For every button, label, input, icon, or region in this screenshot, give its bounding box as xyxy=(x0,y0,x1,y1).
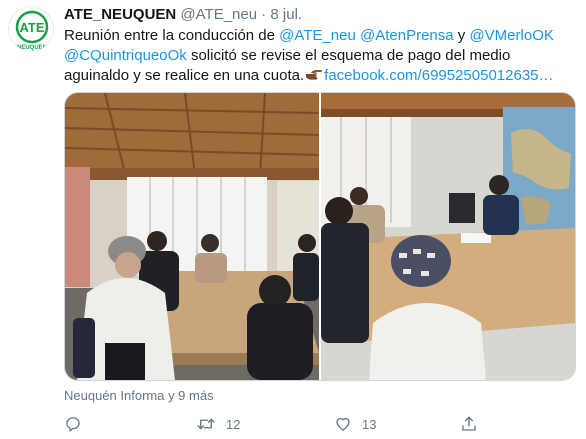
retweet-button[interactable]: 12 xyxy=(196,412,240,436)
retweet-count: 12 xyxy=(226,416,241,432)
tweet-date[interactable]: 8 jul. xyxy=(270,6,302,23)
meeting-photo-2 xyxy=(321,93,575,380)
reply-icon xyxy=(66,417,80,432)
reply-button[interactable] xyxy=(64,412,92,436)
like-count: 13 xyxy=(362,416,377,432)
media-grid xyxy=(64,92,576,381)
author-handle[interactable]: @ATE_neu xyxy=(180,6,257,23)
share-icon xyxy=(462,416,476,431)
svg-text:ATE: ATE xyxy=(19,20,44,35)
photo-right[interactable] xyxy=(321,93,575,380)
tweet-actions: 12 13 xyxy=(64,412,576,436)
tagged-users[interactable]: Neuquén Informa y 9 más xyxy=(64,388,214,404)
text-part: Reunión entre la conducción de xyxy=(64,27,280,44)
mention-atenprensa[interactable]: @AtenPrensa xyxy=(360,27,454,44)
like-button[interactable]: 13 xyxy=(334,412,376,436)
tweet-card[interactable]: ATE NEUQUEN ATE_NEUQUEN @ATE_neu · 8 jul… xyxy=(0,0,586,439)
mention-ate-neu[interactable]: @ATE_neu xyxy=(279,27,356,44)
meeting-photo-1 xyxy=(65,93,319,380)
retweet-icon xyxy=(197,418,215,430)
tweet-text: Reunión entre la conducción de @ATE_neu … xyxy=(64,26,564,86)
text-part: y xyxy=(453,27,470,44)
mention-vmerlook[interactable]: @VMerloOK xyxy=(469,27,553,44)
mention-cquintriqueook[interactable]: @CQuintriqueoOk xyxy=(64,47,187,64)
avatar[interactable]: ATE NEUQUEN xyxy=(8,6,54,52)
ate-logo-icon: ATE NEUQUEN xyxy=(10,8,53,51)
share-button[interactable] xyxy=(460,412,478,436)
svg-text:NEUQUEN: NEUQUEN xyxy=(17,45,47,51)
external-link[interactable]: facebook.com/69952505012635… xyxy=(324,67,553,84)
pointing-hand-emoji xyxy=(306,70,323,80)
separator: · xyxy=(261,6,267,23)
heart-icon xyxy=(336,417,350,431)
tweet-header: ATE_NEUQUEN @ATE_neu · 8 jul. xyxy=(64,5,302,25)
photo-left[interactable] xyxy=(65,93,319,380)
author-name[interactable]: ATE_NEUQUEN xyxy=(64,6,176,23)
